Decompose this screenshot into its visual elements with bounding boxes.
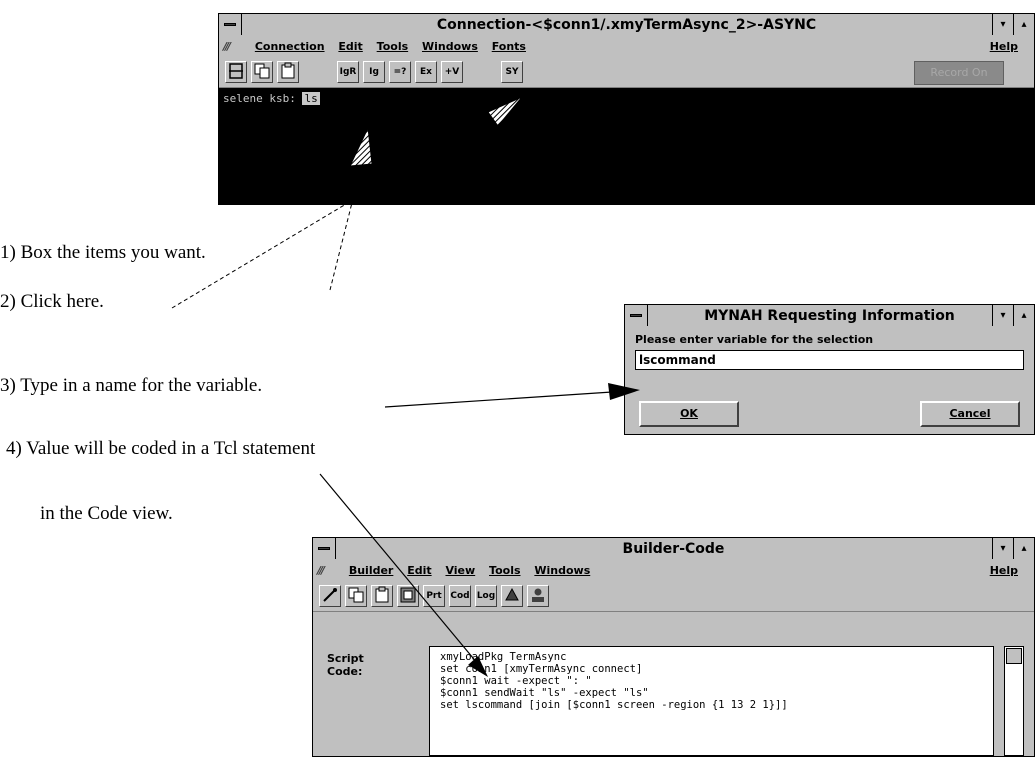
toolbar-blank-2 [471,61,493,83]
wand-icon[interactable] [319,585,341,607]
terminal-prompt: selene ksb: [223,92,303,105]
menu-help[interactable]: Help [990,560,1018,581]
script-code-editor[interactable]: xmyLoadPkg TermAsync set conn1 [xmyTermAs… [429,646,994,756]
copy-icon[interactable] [345,585,367,607]
builder-menu-bar: /// Builder Edit View Tools Windows Help [313,560,1034,582]
builder-toolbar: Prt Cod Log [313,581,1034,612]
ok-button[interactable]: OK [639,401,739,427]
system-menu-icon[interactable] [219,14,242,35]
menu-connection[interactable]: Connection [255,40,325,53]
print-button[interactable]: Prt [423,585,445,607]
script-code-label: Script Code: [327,652,364,678]
step-1-text: 1) Box the items you want. [0,242,206,263]
sync-icon[interactable]: SY [501,61,523,83]
step-2-text: 2) Click here. [0,291,104,312]
connection-menu-bar: /// Connection Edit Tools Windows Fonts … [219,36,1034,58]
connection-window-title: Connection-<$conn1/.xmyTermAsync_2>-ASYN… [436,17,817,33]
menu-edit[interactable]: Edit [338,40,362,53]
expect-button[interactable]: Ex [415,61,437,83]
step-3-text: 3) Type in a name for the variable. [0,375,263,396]
ignore-region-button[interactable]: IgR [337,61,359,83]
minimize-button[interactable]: ▾ [992,305,1013,326]
record-on-indicator: Record On [914,61,1004,85]
dialog-title-bar: MYNAH Requesting Information ▾ ▴ [625,305,1034,328]
code-line: $conn1 wait -expect ": " [440,675,592,687]
cancel-button[interactable]: Cancel [920,401,1020,427]
code-line: $conn1 sendWait "ls" -expect "ls" [440,687,649,699]
maximize-button[interactable]: ▴ [1013,538,1034,559]
code-line: xmyLoadPkg TermAsync [440,651,567,663]
variable-name-input[interactable]: lscommand [635,350,1024,370]
add-variable-button[interactable]: +V [441,61,463,83]
run-icon[interactable] [501,585,523,607]
paste-icon[interactable] [277,61,299,83]
menu-fonts[interactable]: Fonts [492,40,526,53]
terminal-screen[interactable]: selene ksb: ls [219,88,1034,204]
compare-button[interactable]: =? [389,61,411,83]
toolbar-blank-1 [309,61,331,83]
menu-edit[interactable]: Edit [407,564,431,577]
dialog-prompt: Please enter variable for the selection [635,333,874,346]
code-scrollbar[interactable] [1004,646,1024,756]
connection-toolbar: IgR Ig =? Ex +V SY Record On [219,57,1034,88]
code-line: set conn1 [xmyTermAsync connect] [440,663,643,675]
builder-window-title: Builder-Code [622,541,725,557]
user-icon[interactable] [527,585,549,607]
copy-icon[interactable] [251,61,273,83]
step-3-arrow-line [384,391,613,408]
step-4-text: 4) Value will be coded in a Tcl statemen… [6,438,316,459]
connection-title-bar: Connection-<$conn1/.xmyTermAsync_2>-ASYN… [219,14,1034,37]
script-code-label-line-2: Code: [327,665,363,678]
step-4-continuation-text: in the Code view. [40,503,173,524]
code-view-panel: Script Code: xmyLoadPkg TermAsync set con… [313,638,1034,756]
mynah-logo-icon: /// [223,40,231,53]
maximize-button[interactable]: ▴ [1013,14,1034,35]
log-button[interactable]: Log [475,585,497,607]
system-menu-icon[interactable] [313,538,336,559]
dialog-title: MYNAH Requesting Information [704,308,955,324]
mynah-logo-icon: /// [317,564,325,577]
menu-builder[interactable]: Builder [349,564,394,577]
menu-view[interactable]: View [445,564,475,577]
menu-windows[interactable]: Windows [422,40,478,53]
paste-icon[interactable] [371,585,393,607]
script-code-label-line-1: Script [327,652,364,665]
menu-help[interactable]: Help [990,36,1018,57]
terminal-selection[interactable]: ls [302,92,320,105]
builder-title-bar: Builder-Code ▾ ▴ [313,538,1034,561]
ignore-button[interactable]: Ig [363,61,385,83]
minimize-button[interactable]: ▾ [992,14,1013,35]
minimize-button[interactable]: ▾ [992,538,1013,559]
builder-code-window: Builder-Code ▾ ▴ /// Builder Edit View T… [312,537,1035,757]
code-button[interactable]: Cod [449,585,471,607]
dialog-body: Please enter variable for the selection … [625,327,1034,434]
properties-icon[interactable] [397,585,419,607]
mynah-dialog: MYNAH Requesting Information ▾ ▴ Please … [624,304,1035,435]
menu-tools[interactable]: Tools [489,564,520,577]
code-line: set lscommand [join [$conn1 screen -regi… [440,699,788,711]
maximize-button[interactable]: ▴ [1013,305,1034,326]
print-icon[interactable] [225,61,247,83]
system-menu-icon[interactable] [625,305,648,326]
menu-windows[interactable]: Windows [534,564,590,577]
connection-window: Connection-<$conn1/.xmyTermAsync_2>-ASYN… [218,13,1035,205]
menu-tools[interactable]: Tools [377,40,408,53]
